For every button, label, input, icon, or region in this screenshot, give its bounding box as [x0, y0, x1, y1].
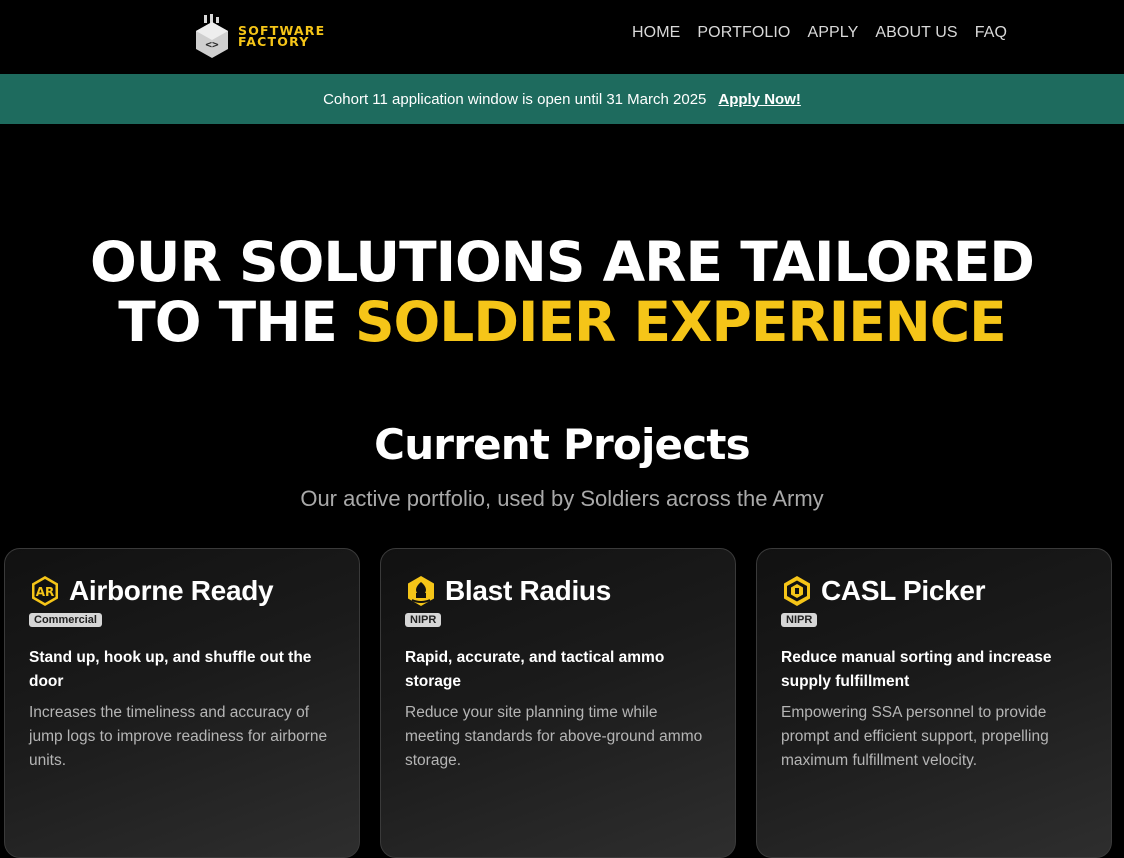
card-description: Reduce your site planning time while mee…: [405, 704, 703, 769]
card-tagline: Stand up, hook up, and shuffle out the d…: [29, 649, 312, 690]
card-header: CASL Picker: [781, 573, 1087, 609]
hero-line-1: OUR SOLUTIONS ARE TAILORED: [90, 230, 1035, 294]
svg-text:<>: <>: [205, 38, 219, 51]
card-tagline: Rapid, accurate, and tactical ammo stora…: [405, 649, 665, 690]
site-header: <> SOFTWARE FACTORY HOME PORTFOLIO APPLY…: [0, 0, 1124, 74]
section-subtitle: Our active portfolio, used by Soldiers a…: [300, 486, 824, 511]
svg-text:AR: AR: [36, 585, 55, 599]
banner-text: Cohort 11 application window is open unt…: [323, 90, 707, 108]
blast-radius-icon: [408, 576, 434, 606]
main-nav: HOME PORTFOLIO APPLY ABOUT US FAQ: [632, 24, 1007, 42]
card-tagline: Reduce manual sorting and increase suppl…: [781, 649, 1052, 690]
nav-apply[interactable]: APPLY: [807, 24, 858, 42]
card-header: Blast Radius: [405, 573, 711, 609]
hero-line-2-prefix: TO THE: [118, 290, 355, 354]
hero-heading: OUR SOLUTIONS ARE TAILORED TO THE SOLDIE…: [0, 232, 1124, 352]
project-card-casl-picker[interactable]: CASL Picker NIPR Reduce manual sorting a…: [756, 548, 1112, 858]
classification-badge: NIPR: [405, 613, 442, 627]
hero-line-2: TO THE SOLDIER EXPERIENCE: [0, 292, 1124, 352]
apply-now-link[interactable]: Apply Now!: [718, 91, 801, 108]
classification-badge: NIPR: [781, 613, 818, 627]
project-card-blast-radius[interactable]: Blast Radius NIPR Rapid, accurate, and t…: [380, 548, 736, 858]
card-header: AR Airborne Ready: [29, 573, 335, 609]
card-description: Increases the timeliness and accuracy of…: [29, 704, 328, 769]
card-title: Blast Radius: [445, 575, 611, 606]
software-factory-logo[interactable]: <> SOFTWARE FACTORY: [194, 14, 325, 58]
nav-home[interactable]: HOME: [632, 24, 680, 42]
card-description: Empowering SSA personnel to provide prom…: [781, 704, 1049, 769]
nav-portfolio[interactable]: PORTFOLIO: [697, 24, 790, 42]
logo-mark-icon: <>: [196, 14, 228, 58]
card-title: CASL Picker: [821, 575, 986, 606]
casl-picker-icon: [784, 576, 810, 606]
airborne-ready-icon: AR: [32, 576, 58, 606]
section-title: Current Projects: [374, 420, 750, 469]
card-title: Airborne Ready: [69, 575, 274, 606]
announcement-banner: Cohort 11 application window is open unt…: [0, 74, 1124, 124]
hero-accent-text: SOLDIER EXPERIENCE: [354, 290, 1007, 354]
classification-badge: Commercial: [29, 613, 102, 627]
nav-about-us[interactable]: ABOUT US: [875, 24, 957, 42]
project-card-airborne-ready[interactable]: AR Airborne Ready Commercial Stand up, h…: [4, 548, 360, 858]
nav-faq[interactable]: FAQ: [975, 24, 1007, 42]
logo-wordmark: SOFTWARE FACTORY: [238, 23, 326, 49]
